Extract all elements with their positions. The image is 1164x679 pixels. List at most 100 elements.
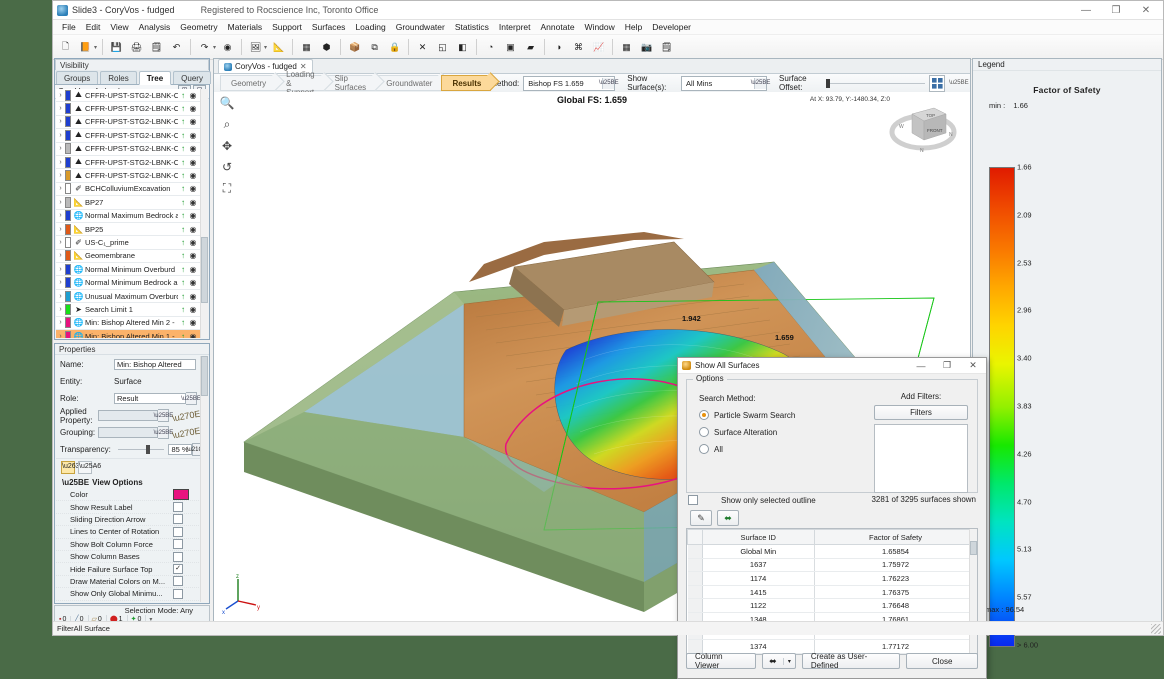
tree-item[interactable]: ›🌐Normal Maximum Bedrock an↑◉🔒 (56, 210, 208, 223)
expander-icon[interactable]: › (56, 293, 65, 300)
visibility-eye-icon[interactable]: ◉ (188, 318, 198, 327)
move-up-icon[interactable]: ↑ (178, 292, 188, 301)
edit-pencil-icon[interactable]: ✎ (690, 510, 712, 526)
properties-grid-button[interactable]: \u25A6 (78, 461, 92, 474)
table-row[interactable]: 16371.75972 (688, 558, 977, 572)
properties-list-button[interactable]: \u2630 (61, 461, 75, 474)
view-option-row[interactable]: Draw Material Colors on M... (56, 576, 201, 588)
view-option-checkbox[interactable] (173, 576, 183, 586)
search-method-option[interactable]: Particle Swarm Search (699, 410, 795, 420)
chevron-down-icon[interactable]: \u25BE (186, 392, 197, 405)
move-up-icon[interactable]: ↑ (178, 265, 188, 274)
search-method-option[interactable]: All (699, 444, 795, 454)
expander-icon[interactable]: › (56, 306, 65, 313)
expander-icon[interactable]: › (56, 333, 65, 338)
view-cube[interactable]: TOP FRONT W N N (886, 98, 960, 156)
visibility-eye-icon[interactable]: ◉ (188, 305, 198, 314)
box-icon[interactable]: 📦 (345, 38, 364, 57)
tree-item[interactable]: ›🌐Min: Bishop Altered Min 1 -↑◉🔒 (56, 330, 208, 338)
edit-pencil-icon[interactable]: \u270E (172, 425, 201, 440)
table-row[interactable]: 14151.76375 (688, 585, 977, 599)
view-option-color[interactable]: Color (56, 489, 201, 501)
minimize-button[interactable]: — (1071, 2, 1101, 19)
expander-icon[interactable]: › (56, 252, 65, 259)
tree-item[interactable]: ›➤Search Limit 1↑◉🔒 (56, 303, 208, 316)
mesh-icon[interactable]: ▣ (501, 38, 520, 57)
visibility-eye-icon[interactable]: ◉ (188, 117, 198, 126)
menu-item-materials[interactable]: Materials (223, 22, 267, 32)
visibility-eye-icon[interactable]: ◉ (188, 251, 198, 260)
expander-icon[interactable]: › (56, 199, 65, 206)
tree-item[interactable]: ›📐Geomembrane↑◉🔒 (56, 250, 208, 263)
method-combo[interactable]: Bishop FS 1.659 \u25BE (523, 76, 615, 91)
properties-scrollbar[interactable] (200, 356, 208, 602)
resize-grip[interactable] (1151, 624, 1161, 634)
visibility-eye-icon[interactable]: ◉ (188, 144, 198, 153)
tree-item[interactable]: ›📐BP27↑◉🔒 (56, 196, 208, 209)
view-option-row[interactable]: Sliding Direction Arrow (56, 514, 201, 526)
maximize-button[interactable]: ❐ (1101, 2, 1131, 19)
tree-item[interactable]: ›🌐Unusual Maximum Overburde↑◉🔒 (56, 290, 208, 303)
undo-icon[interactable]: ↶ (167, 38, 186, 57)
tree-item[interactable]: ›🌐Min: Bishop Altered Min 2 -↑◉🔒 (56, 317, 208, 330)
menu-item-geometry[interactable]: Geometry (175, 22, 222, 32)
dialog-close-action-button[interactable]: Close (906, 653, 978, 669)
workflow-step-groundwater[interactable]: Groundwater (375, 75, 442, 91)
tree-item[interactable]: ›⛰CFFR-UPST-STG2-LBNK-CORE↑◉🔒 (56, 116, 208, 129)
save-icon[interactable]: 💾 (107, 38, 126, 57)
column-viewer-button[interactable]: Column Viewer (686, 653, 756, 669)
view-option-checkbox[interactable] (173, 589, 183, 599)
expander-icon[interactable]: › (56, 132, 65, 139)
visibility-eye-icon[interactable]: ◉ (188, 211, 198, 220)
tree-item[interactable]: ›🌐Normal Minimum Overburd↑◉🔒 (56, 263, 208, 276)
chevron-down-icon[interactable]: \u25BE (602, 78, 614, 89)
expander-icon[interactable]: › (56, 159, 65, 166)
move-up-icon[interactable]: ↑ (178, 158, 188, 167)
view-option-row[interactable]: Hide Failure Surface Top✓ (56, 563, 201, 575)
view-option-row[interactable]: Lines to Center of Rotation (56, 526, 201, 538)
visibility-eye-icon[interactable]: ◉ (188, 225, 198, 234)
visibility-eye-icon[interactable]: ◉ (188, 158, 198, 167)
table-row[interactable]: Global Min1.65854 (688, 545, 977, 559)
open-project-icon[interactable]: 📙 (76, 38, 95, 57)
menu-item-surfaces[interactable]: Surfaces (307, 22, 351, 32)
create-user-defined-button[interactable]: Create as User-Defined (802, 653, 901, 669)
visibility-tab-roles[interactable]: Roles (100, 71, 136, 84)
tree-item[interactable]: ›⛰CFFR-UPST-STG2-LBNK-CORE↑◉🔒 (56, 169, 208, 182)
search-method-option[interactable]: Surface Alteration (699, 427, 795, 437)
menu-item-analysis[interactable]: Analysis (134, 22, 176, 32)
menu-item-file[interactable]: File (57, 22, 81, 32)
note-icon[interactable]: 🗒 (657, 38, 676, 57)
view-option-row[interactable]: Show Column Bases (56, 551, 201, 563)
surface-icon[interactable]: ▰ (521, 38, 540, 57)
export-icon[interactable]: ⬌ (763, 656, 783, 667)
section-icon[interactable]: ◱ (433, 38, 452, 57)
expander-icon[interactable]: › (56, 118, 65, 125)
role-combo[interactable]: Result \u25BE (114, 392, 197, 405)
transparency-slider[interactable] (118, 449, 164, 450)
move-up-icon[interactable]: ↑ (178, 305, 188, 314)
results-icon[interactable]: ◑ (549, 38, 568, 57)
show-only-selected-outline-row[interactable]: Show only selected outline (688, 495, 816, 505)
grid-icon[interactable]: ▦ (297, 38, 316, 57)
close-button[interactable]: ✕ (1131, 2, 1161, 19)
show-surfaces-combo[interactable]: All Mins \u25BE (681, 76, 767, 91)
visibility-eye-icon[interactable]: ◉ (188, 198, 198, 207)
move-up-icon[interactable]: ↑ (178, 91, 188, 100)
menu-item-edit[interactable]: Edit (81, 22, 106, 32)
tree-scroll-thumb[interactable] (201, 237, 208, 303)
print-preview-icon[interactable]: 🗒 (147, 38, 166, 57)
query-icon[interactable]: ⌘ (569, 38, 588, 57)
visibility-tab-query[interactable]: Query (173, 71, 211, 84)
column-header[interactable]: Factor of Safety (815, 530, 977, 545)
table-icon[interactable]: ▦ (617, 38, 636, 57)
export-split-button[interactable]: ⬌ ▾ (762, 653, 796, 669)
menu-item-developer[interactable]: Developer (647, 22, 696, 32)
view-options-header[interactable]: \u25BE View Options (56, 476, 201, 489)
table-row[interactable]: 11741.76223 (688, 572, 977, 586)
chevron-down-icon[interactable]: \u25BE (158, 409, 169, 422)
camera-icon[interactable]: 📷 (637, 38, 656, 57)
view-option-checkbox[interactable] (173, 514, 183, 524)
move-up-icon[interactable]: ↑ (178, 278, 188, 287)
visibility-tab-tree[interactable]: Tree (139, 71, 171, 85)
